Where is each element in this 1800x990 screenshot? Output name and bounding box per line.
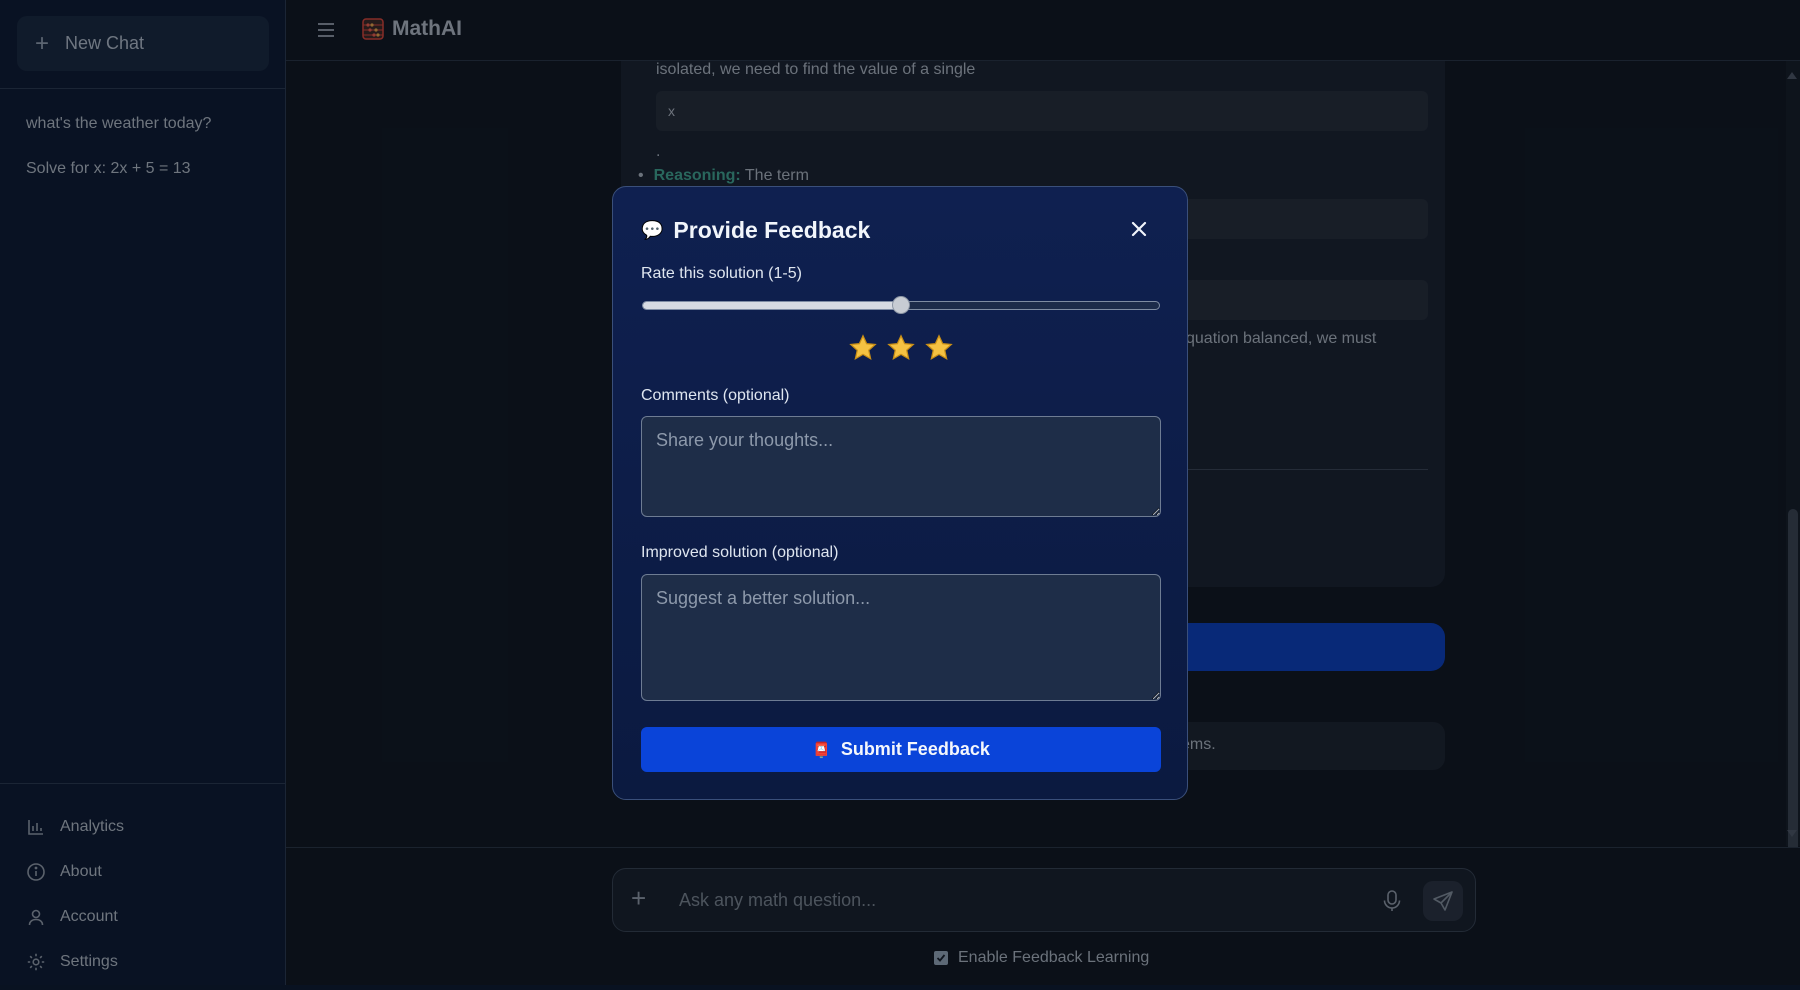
star-icon	[886, 333, 916, 368]
improved-solution-label: Improved solution (optional)	[641, 544, 839, 561]
feedback-modal: 💬 Provide Feedback Rate this solution (1…	[612, 186, 1188, 800]
rating-label: Rate this solution (1-5)	[641, 265, 802, 282]
submit-label: Submit Feedback	[840, 739, 990, 759]
improved-solution-textarea[interactable]	[641, 574, 1161, 701]
modal-title-text: Provide Feedback	[673, 217, 871, 243]
close-icon[interactable]	[1129, 219, 1149, 239]
submit-feedback-button[interactable]: 📮 Submit Feedback	[641, 727, 1161, 772]
comments-label: Comments (optional)	[641, 387, 790, 404]
comments-textarea[interactable]	[641, 416, 1161, 517]
modal-title: 💬 Provide Feedback	[641, 217, 870, 244]
rating-slider-thumb[interactable]	[892, 296, 910, 314]
mailbox-icon: 📮	[812, 741, 831, 759]
speech-bubble-icon: 💬	[641, 220, 664, 240]
rating-stars	[613, 333, 1189, 368]
star-icon	[848, 333, 878, 368]
rating-slider-fill	[643, 302, 901, 309]
star-icon	[924, 333, 954, 368]
